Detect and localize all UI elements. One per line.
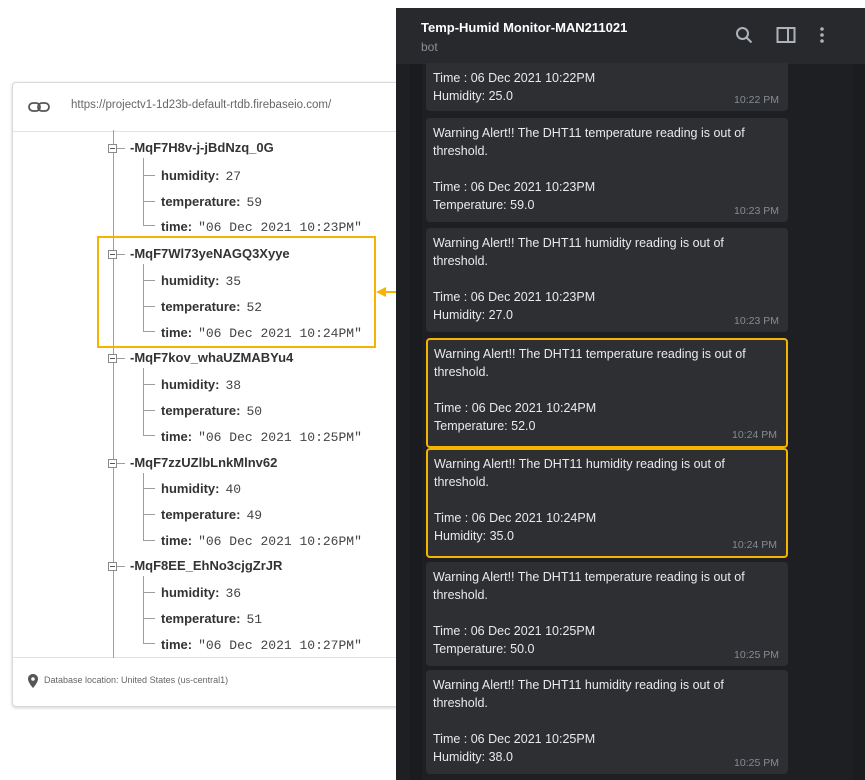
message-bubble[interactable]: Warning Alert!! The DHT11 humidity readi…	[426, 228, 788, 332]
tree-field-time[interactable]: time: "06 Dec 2021 10:26PM"	[161, 533, 362, 549]
tree-field-temperature[interactable]: temperature: 50	[161, 403, 262, 419]
tree-node-key[interactable]: -MqF7zzUZlbLnkMlnv62	[130, 455, 277, 470]
collapse-toggle[interactable]	[108, 562, 117, 571]
tree-field-humidity[interactable]: humidity: 40	[161, 481, 241, 497]
message-bubble[interactable]: Warning Alert!! The DHT11 temperature re…	[426, 562, 788, 666]
chat-subtitle: bot	[421, 40, 438, 54]
side-panel-edge	[853, 64, 865, 780]
tree-field-temperature[interactable]: temperature: 51	[161, 611, 262, 627]
message-time: 10:25 PM	[734, 757, 779, 769]
tree-field-time[interactable]: time: "06 Dec 2021 10:25PM"	[161, 429, 362, 445]
tree-node-key[interactable]: -MqF8EE_EhNo3cjgZrJR	[130, 558, 282, 573]
collapse-toggle[interactable]	[108, 354, 117, 363]
message-bubble[interactable]: Warning Alert!! The DHT11 humidity readi…	[426, 670, 788, 774]
tree-node-key[interactable]: -MqF7kov_whaUZMABYu4	[130, 350, 293, 365]
message-time: 10:24 PM	[732, 539, 777, 551]
chat-scroll-track[interactable]	[410, 64, 422, 780]
tree-field-time[interactable]: time: "06 Dec 2021 10:27PM"	[161, 637, 362, 653]
database-tree: -MqF7H8v-j-jBdNzq_0G humidity: 27 tempera…	[0, 0, 400, 780]
message-time: 10:25 PM	[734, 649, 779, 661]
collapse-toggle[interactable]	[108, 459, 117, 468]
highlight-box-database-node	[97, 236, 376, 348]
message-bubble-highlighted[interactable]: Warning Alert!! The DHT11 humidity readi…	[426, 448, 788, 558]
tree-field-temperature[interactable]: temperature: 49	[161, 507, 262, 523]
message-time: 10:24 PM	[732, 429, 777, 441]
tree-field-temperature[interactable]: temperature: 59	[161, 194, 262, 210]
message-time: 10:23 PM	[734, 315, 779, 327]
message-bubble[interactable]: Warning Alert!! The DHT11 temperature re…	[426, 118, 788, 222]
message-bubble-highlighted[interactable]: Warning Alert!! The DHT11 temperature re…	[426, 338, 788, 448]
tree-field-humidity[interactable]: humidity: 27	[161, 168, 241, 184]
message-time: 10:22 PM	[734, 94, 779, 106]
chat-header[interactable]: Temp-Humid Monitor-MAN211021 bot	[396, 8, 865, 64]
collapse-toggle[interactable]	[108, 144, 117, 153]
tree-field-time[interactable]: time: "06 Dec 2021 10:23PM"	[161, 219, 362, 235]
message-bubble[interactable]: Time : 06 Dec 2021 10:22PM Humidity: 25.…	[426, 63, 788, 111]
message-time: 10:23 PM	[734, 205, 779, 217]
tree-field-humidity[interactable]: humidity: 38	[161, 377, 241, 393]
more-vertical-icon[interactable]	[819, 26, 825, 44]
sidebar-panel-icon[interactable]	[776, 26, 796, 44]
search-icon[interactable]	[735, 26, 753, 44]
tree-field-humidity[interactable]: humidity: 36	[161, 585, 241, 601]
arrow-left-icon	[376, 287, 386, 297]
tree-node-key[interactable]: -MqF7H8v-j-jBdNzq_0G	[130, 140, 274, 155]
chat-title[interactable]: Temp-Humid Monitor-MAN211021	[421, 20, 627, 35]
